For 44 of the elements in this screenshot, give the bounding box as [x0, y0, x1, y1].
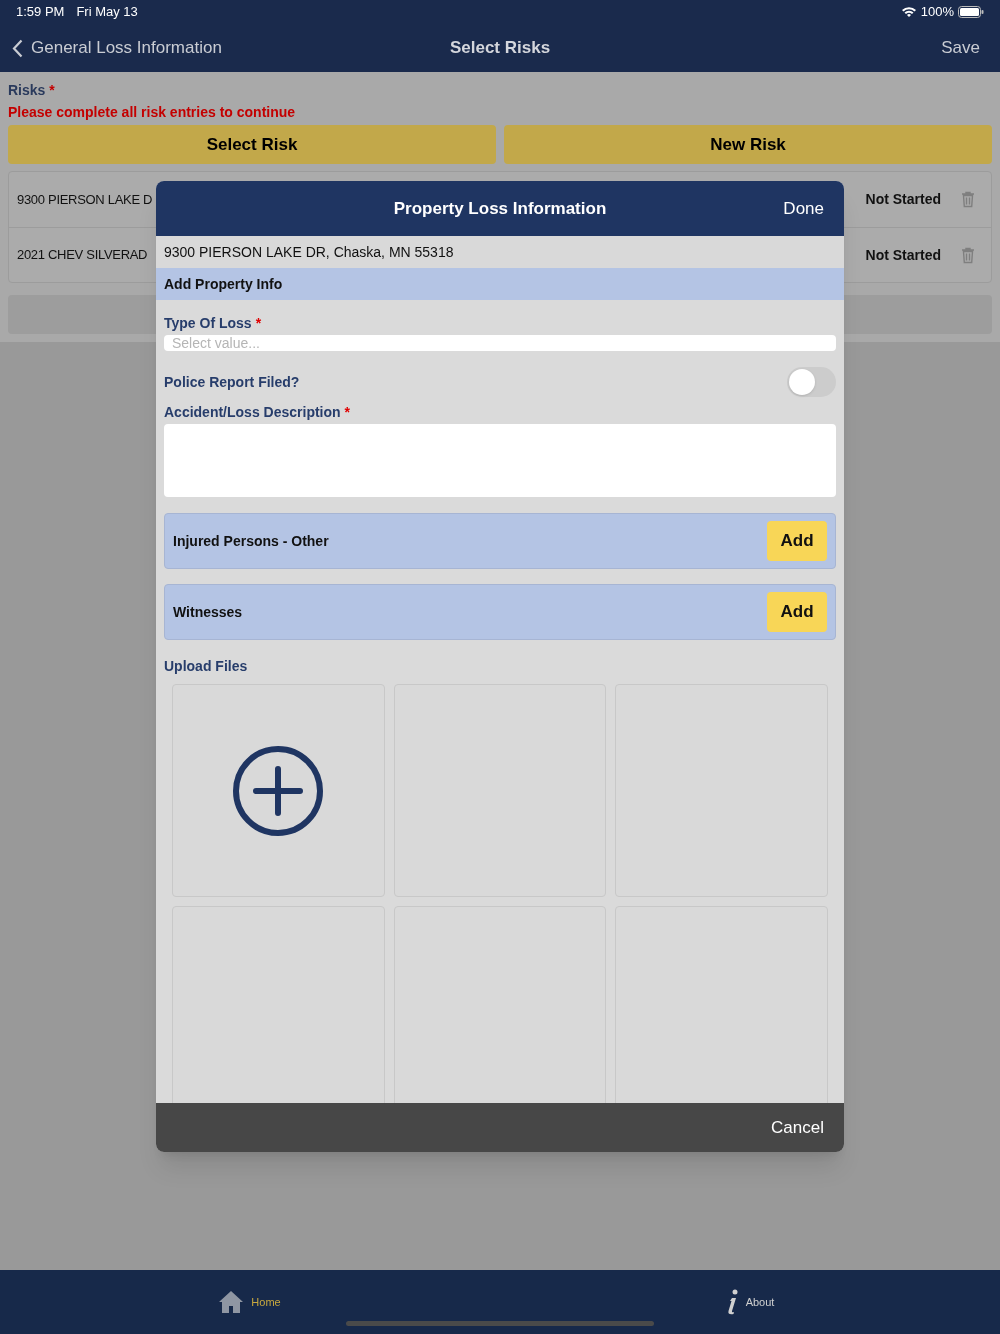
toggle-switch[interactable] [787, 367, 836, 397]
screen-title: Select Risks [449, 37, 551, 60]
select-field[interactable]: Select value... [164, 335, 836, 351]
error-message: Please complete all risk entries to continue [8, 103, 297, 120]
add-button[interactable]: Add [767, 592, 827, 632]
battery-percent: 100% [920, 3, 954, 22]
field-label: Accident/Loss Description [164, 403, 341, 420]
field-label: Type Of Loss [164, 314, 252, 331]
home-icon [219, 1290, 244, 1314]
risk-name: 9300 PIERSON LAKE D [17, 190, 153, 209]
battery-icon [958, 6, 984, 18]
add-file-tile[interactable] [172, 684, 385, 897]
done-button[interactable]: Done [783, 195, 824, 222]
add-button[interactable]: Add [767, 521, 827, 561]
required-mark: * [255, 314, 262, 331]
trash-icon[interactable] [961, 191, 975, 208]
modal-title: Property Loss Information [393, 197, 607, 220]
info-icon [725, 1289, 738, 1315]
description-field[interactable] [164, 424, 836, 497]
back-button[interactable]: General Loss Information [12, 35, 222, 61]
required-mark: * [344, 403, 351, 420]
status-date: Fri May 13 [76, 3, 138, 22]
wifi-icon [900, 6, 917, 18]
risk-action-button[interactable]: Select Risk [8, 125, 496, 164]
add-icon [232, 744, 325, 837]
tab-item[interactable]: Home [0, 1270, 500, 1334]
upload-label: Upload Files [164, 657, 249, 674]
risk-name: 2021 CHEV SILVERAD [17, 246, 148, 265]
risk-action-button[interactable]: New Risk [504, 125, 992, 164]
tab-item[interactable]: About [500, 1270, 1000, 1334]
risks-label: Risks [8, 81, 46, 98]
card-label: Injured Persons - Other [173, 531, 329, 551]
address-text: 9300 PIERSON LAKE DR, Chaska, MN 55318 [156, 236, 844, 268]
risk-status: Not Started [865, 190, 941, 209]
risk-status: Not Started [865, 245, 941, 265]
trash-icon[interactable] [961, 246, 975, 264]
required-mark: * [49, 81, 55, 98]
save-button[interactable]: Save [941, 35, 980, 61]
back-chevron-icon [12, 38, 23, 58]
cancel-button[interactable]: Cancel [771, 1114, 824, 1141]
card-label: Witnesses [173, 602, 243, 622]
field-label: Police Report Filed? [164, 372, 300, 392]
status-time: 1:59 PM [16, 3, 65, 22]
section-header: Add Property Info [156, 268, 844, 300]
